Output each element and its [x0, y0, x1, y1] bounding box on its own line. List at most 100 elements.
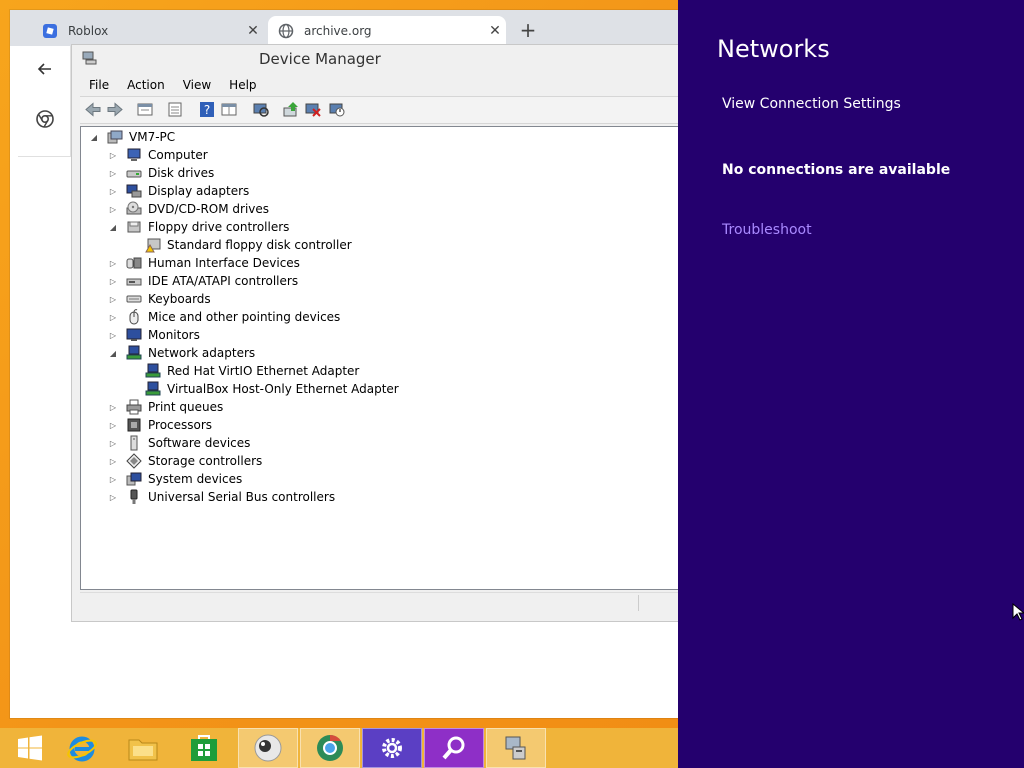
tab-archive-org[interactable]: archive.org ✕	[268, 16, 506, 46]
tree-node-ide-controllers[interactable]: ▷ IDE ATA/ATAPI controllers	[108, 272, 298, 290]
tree-root[interactable]: ◢ VM7-PC	[89, 128, 175, 146]
tree-node-monitors[interactable]: ▷ Monitors	[108, 326, 200, 344]
tab-title: Roblox	[68, 24, 109, 38]
tree-node-floppy-controllers[interactable]: ◢ Floppy drive controllers	[108, 218, 290, 236]
software-device-icon	[126, 435, 142, 451]
tree-node-print-queues[interactable]: ▷ Print queues	[108, 398, 223, 416]
tree-node-storage-controllers[interactable]: ▷ Storage controllers	[108, 452, 262, 470]
window-title: Device Manager	[259, 50, 381, 68]
store-icon[interactable]	[174, 728, 234, 768]
internet-explorer-icon[interactable]	[52, 728, 112, 768]
update-driver-icon[interactable]	[282, 101, 300, 118]
expand-arrow-icon[interactable]: ▷	[108, 169, 118, 178]
expand-arrow-icon[interactable]: ▷	[108, 331, 118, 340]
tree-node-keyboards[interactable]: ▷ Keyboards	[108, 290, 211, 308]
svg-text:?: ?	[204, 103, 210, 117]
expand-arrow-icon[interactable]: ▷	[108, 205, 118, 214]
action-pane-icon[interactable]	[220, 101, 238, 118]
show-hide-icon[interactable]	[166, 101, 184, 118]
expand-arrow-icon[interactable]: ▷	[108, 151, 118, 160]
mouse-cursor-icon	[1012, 602, 1024, 621]
device-tree[interactable]: ◢ VM7-PC ▷ Computer ▷ Disk drives ▷ Display…	[80, 126, 679, 590]
tab-roblox[interactable]: Roblox ✕	[32, 16, 264, 46]
menu-action[interactable]: Action	[118, 75, 174, 95]
expand-arrow-icon[interactable]: ▷	[108, 475, 118, 484]
tree-node-label: DVD/CD-ROM drives	[148, 202, 270, 216]
tree-node-label: Standard floppy disk controller	[167, 238, 352, 252]
expand-arrow-icon[interactable]: ▷	[108, 403, 118, 412]
tree-node-mice[interactable]: ▷ Mice and other pointing devices	[108, 308, 340, 326]
tree-node-dvd-drives[interactable]: ▷ DVD/CD-ROM drives	[108, 200, 269, 218]
globe-icon	[278, 23, 294, 39]
uninstall-icon[interactable]	[304, 101, 322, 118]
disable-icon[interactable]	[328, 101, 346, 118]
expand-arrow-icon[interactable]: ▷	[108, 313, 118, 322]
file-explorer-icon[interactable]	[113, 728, 173, 768]
device-manager-icon[interactable]	[486, 728, 546, 768]
collapse-arrow-icon[interactable]: ◢	[108, 349, 118, 358]
tree-node-label: Monitors	[148, 328, 200, 342]
title-bar[interactable]: Device Manager	[72, 45, 679, 73]
help-icon[interactable]: ?	[198, 101, 216, 118]
tree-node-system-devices[interactable]: ▷ System devices	[108, 470, 242, 488]
collapse-arrow-icon[interactable]: ◢	[89, 133, 99, 142]
forward-icon[interactable]	[106, 101, 124, 118]
display-adapter-icon	[126, 183, 142, 199]
ide-icon	[126, 273, 142, 289]
properties-icon[interactable]	[136, 101, 154, 118]
tree-node-network-adapters[interactable]: ◢ Network adapters	[108, 344, 255, 362]
tree-node-display-adapters[interactable]: ▷ Display adapters	[108, 182, 249, 200]
system-device-icon	[126, 471, 142, 487]
tree-child-redhat-adapter[interactable]: ▷Red Hat VirtIO Ethernet Adapter	[127, 362, 359, 380]
close-tab-icon[interactable]: ✕	[484, 23, 506, 39]
expand-arrow-icon[interactable]: ▷	[108, 295, 118, 304]
expand-arrow-icon[interactable]: ▷	[108, 187, 118, 196]
roblox-icon	[42, 23, 58, 39]
tree-node-usb-controllers[interactable]: ▷ Universal Serial Bus controllers	[108, 488, 335, 506]
expand-arrow-icon[interactable]: ▷	[108, 493, 118, 502]
settings-icon[interactable]	[362, 728, 422, 768]
device-manager-window: Device Manager File Action View Help ? ◢…	[71, 44, 680, 622]
expand-arrow-icon[interactable]: ▷	[108, 457, 118, 466]
tree-node-hid[interactable]: ▷ Human Interface Devices	[108, 254, 300, 272]
new-tab-button[interactable]: +	[515, 18, 541, 44]
tree-child-floppy-controller[interactable]: ▷Standard floppy disk controller	[127, 236, 352, 254]
printer-icon	[126, 399, 142, 415]
dvd-icon	[126, 201, 142, 217]
tree-node-label: Keyboards	[148, 292, 211, 306]
troubleshoot-link[interactable]: Troubleshoot	[722, 222, 812, 238]
tree-node-computer[interactable]: ▷ Computer	[108, 146, 208, 164]
start-icon[interactable]	[0, 728, 60, 768]
processor-icon	[126, 417, 142, 433]
menu-file[interactable]: File	[80, 75, 118, 95]
tab-strip: Roblox ✕ archive.org ✕ +	[10, 10, 678, 46]
monitor-icon	[126, 327, 142, 343]
tree-node-label: System devices	[148, 472, 243, 486]
close-tab-icon[interactable]: ✕	[242, 23, 264, 39]
collapse-arrow-icon[interactable]: ◢	[108, 223, 118, 232]
chrome-icon[interactable]	[34, 108, 56, 130]
search-app-icon[interactable]	[424, 728, 484, 768]
expand-arrow-icon[interactable]: ▷	[108, 439, 118, 448]
tree-node-label: Print queues	[148, 400, 224, 414]
menu-help[interactable]: Help	[220, 75, 265, 95]
tree-node-disk-drives[interactable]: ▷ Disk drives	[108, 164, 214, 182]
expand-arrow-icon[interactable]: ▷	[108, 277, 118, 286]
back-arrow-icon[interactable]	[34, 58, 56, 80]
menu-bar: File Action View Help	[80, 75, 266, 95]
tree-child-virtualbox-adapter[interactable]: ▷VirtualBox Host-Only Ethernet Adapter	[127, 380, 399, 398]
tree-node-label: Processors	[148, 418, 213, 432]
chrome-app-icon[interactable]	[300, 728, 360, 768]
expand-arrow-icon[interactable]: ▷	[108, 421, 118, 430]
back-icon[interactable]	[84, 101, 102, 118]
view-connection-settings-link[interactable]: View Connection Settings	[722, 96, 901, 112]
scan-hardware-icon[interactable]	[252, 101, 270, 118]
webcam-app-icon[interactable]	[238, 728, 298, 768]
expand-arrow-icon[interactable]: ▷	[108, 259, 118, 268]
tree-node-label: Human Interface Devices	[148, 256, 300, 270]
tree-node-software-devices[interactable]: ▷ Software devices	[108, 434, 250, 452]
hid-icon	[126, 255, 142, 271]
floppy-controller-icon	[126, 219, 142, 235]
tree-node-processors[interactable]: ▷ Processors	[108, 416, 212, 434]
menu-view[interactable]: View	[174, 75, 220, 95]
